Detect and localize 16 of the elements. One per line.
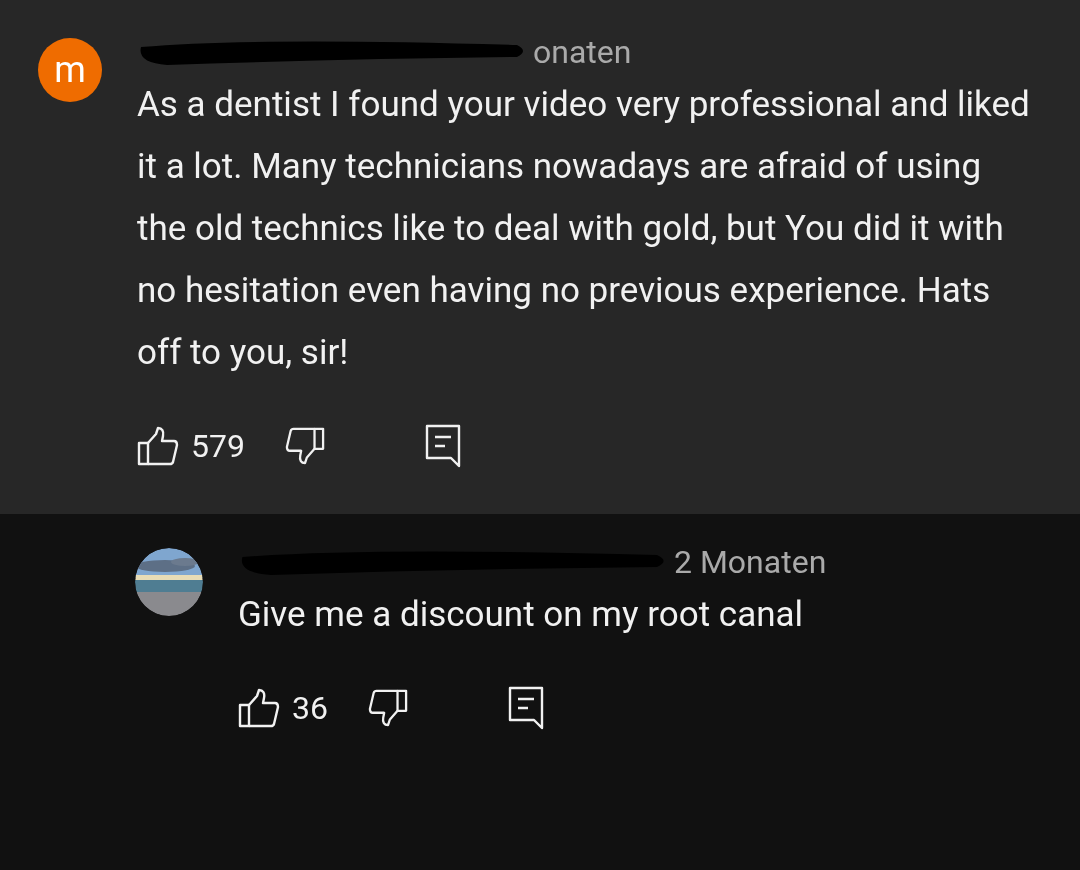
dislike-button[interactable] [284,426,325,466]
like-button[interactable]: 579 [137,422,245,470]
reply-button[interactable] [507,686,544,730]
like-button[interactable]: 36 [238,684,328,732]
comment-text: As a dentist I found your video very professional and liked it a lot. Many technicians nowadays are afraid of using the old technics like to deal with gold, but You did it with no hesitation even having no previous experience. Hats off to you, sir! [137,83,1031,375]
thumbs-up-icon [137,426,179,466]
thumbs-up-icon [238,688,280,728]
reply-button[interactable] [424,424,461,468]
dislike-button[interactable] [367,688,408,728]
thumbs-down-icon [367,688,408,728]
comment-icon [507,686,544,730]
thumbs-down-icon [284,426,325,466]
comment-icon [424,424,461,468]
comment-time: 2 Monaten [674,546,827,578]
comment-text: Give me a discount on my root canal [238,593,805,637]
comment-time: onaten [533,36,632,68]
